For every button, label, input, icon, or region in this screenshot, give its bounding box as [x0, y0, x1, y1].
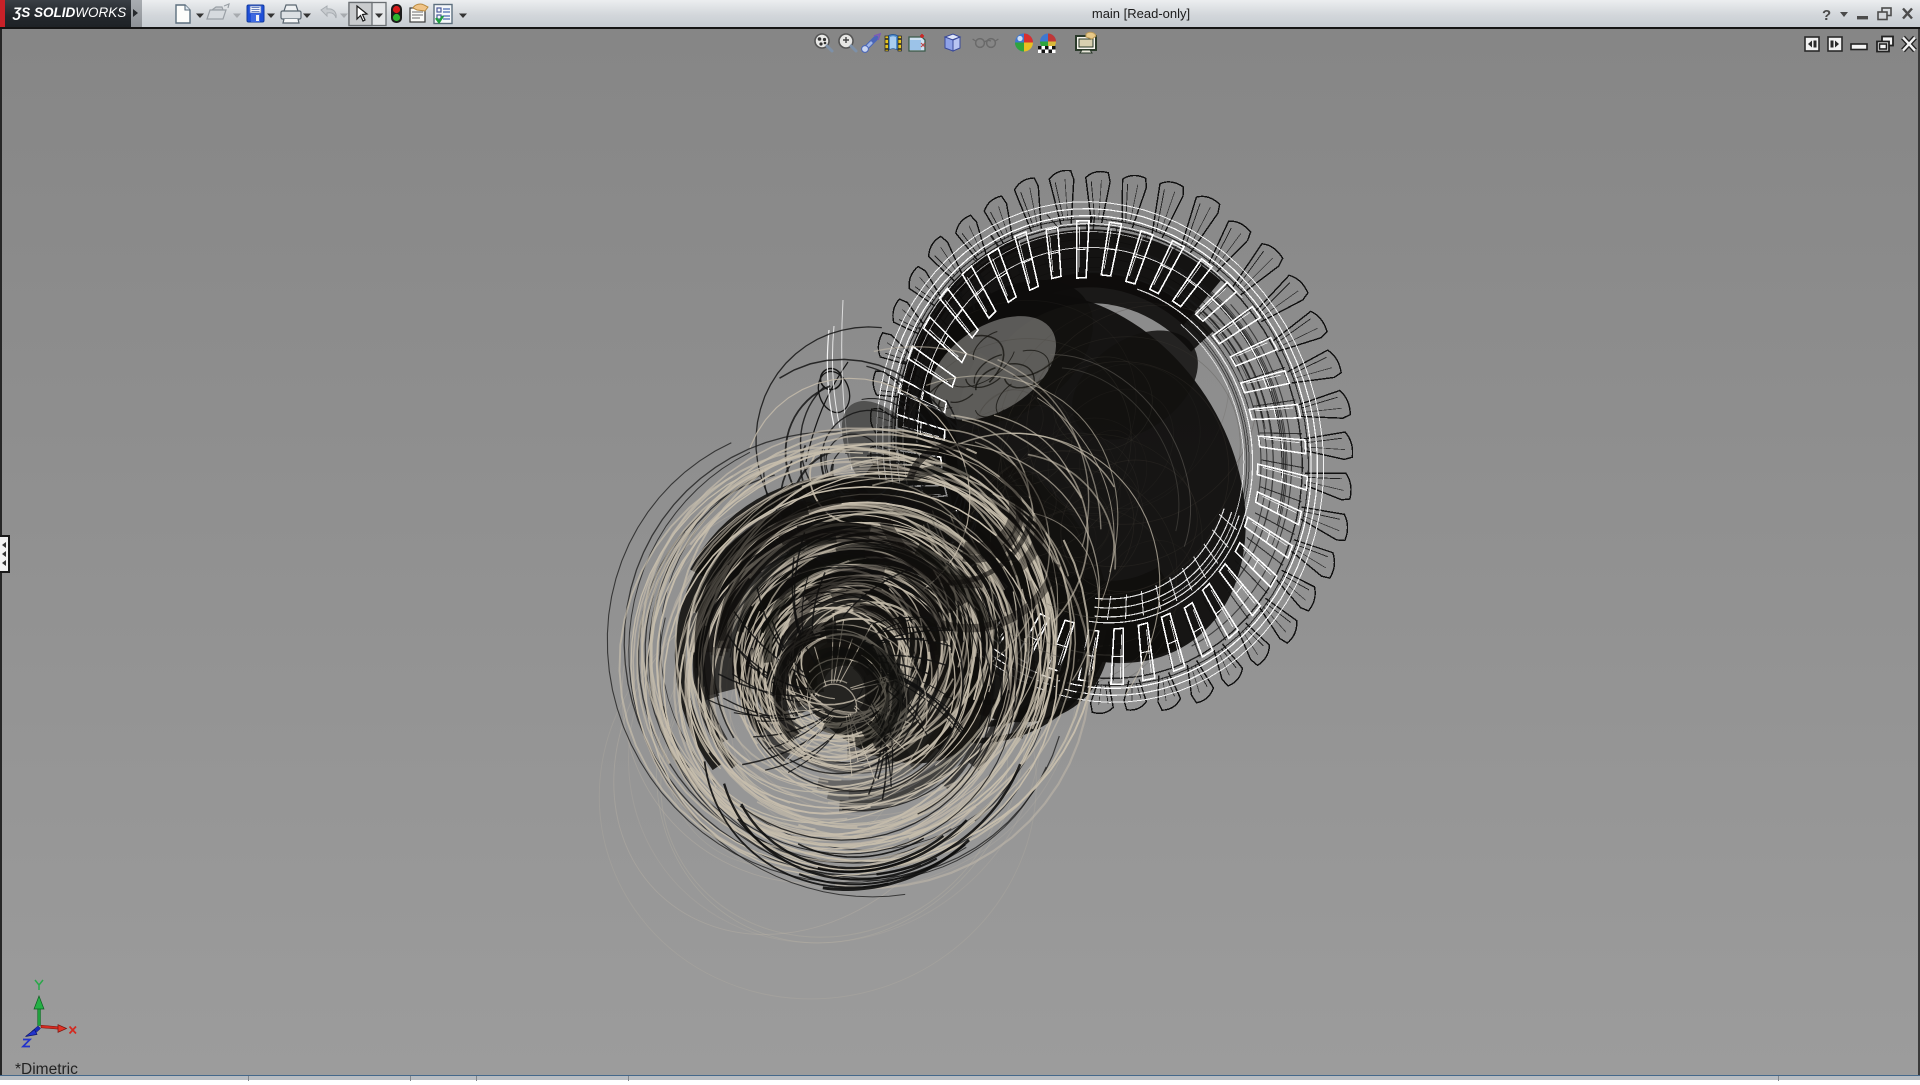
svg-text:?: ?	[1822, 7, 1831, 24]
